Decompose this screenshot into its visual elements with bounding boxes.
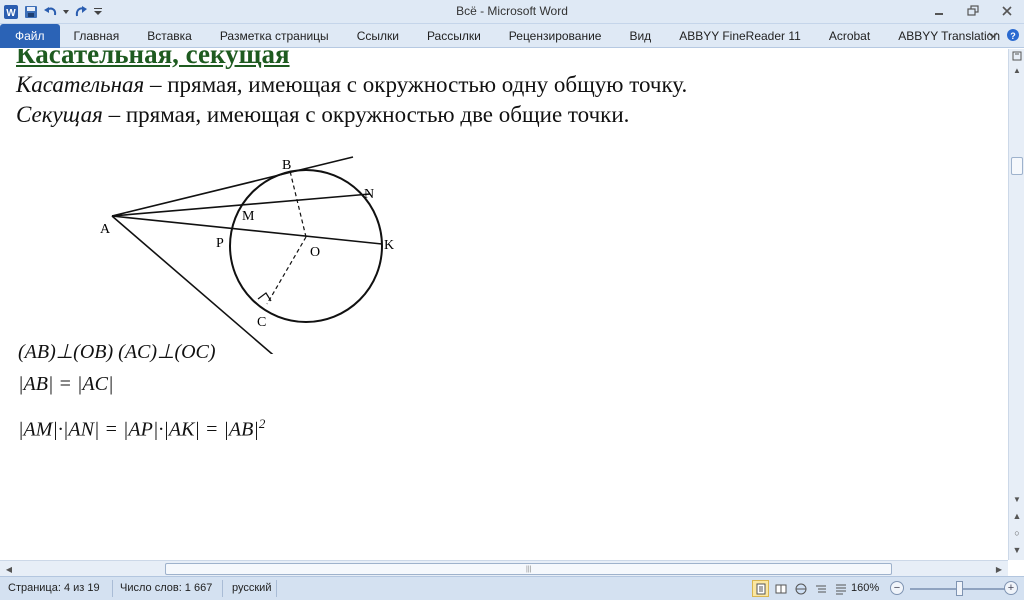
tangent-term: Касательная: [16, 72, 145, 97]
scroll-down-arrow[interactable]: ▼: [1009, 492, 1024, 506]
close-button[interactable]: [990, 0, 1024, 22]
secant-text: – прямая, имеющая с окружностью две общи…: [102, 102, 630, 127]
word-window: W Всё - Microsoft Word Файл Главная Вста…: [0, 0, 1024, 600]
zoom-in-button[interactable]: +: [1004, 581, 1018, 595]
point-label-o: O: [310, 245, 320, 260]
tab-acrobat[interactable]: Acrobat: [815, 24, 884, 48]
zoom-out-button[interactable]: −: [890, 581, 904, 595]
point-label-n: N: [364, 187, 374, 202]
point-label-k: K: [384, 238, 394, 253]
formula-perpendicular: (AB)⊥(OB) (AC)⊥(OC): [18, 341, 216, 363]
help-icon[interactable]: ?: [1006, 28, 1020, 42]
section-heading: Касательная, секущая: [16, 49, 290, 69]
point-label-m: M: [242, 209, 255, 224]
previous-page-icon[interactable]: ▲: [1012, 511, 1022, 521]
tangent-definition: Касательная – прямая, имеющая с окружнос…: [16, 72, 687, 98]
language-indicator[interactable]: русский: [232, 582, 271, 594]
ribbon: Файл Главная Вставка Разметка страницы С…: [0, 24, 1024, 48]
restore-button[interactable]: [956, 0, 990, 22]
tab-review[interactable]: Рецензирование: [495, 24, 616, 48]
point-label-a: A: [100, 222, 111, 237]
ruler-toggle-icon[interactable]: [1009, 49, 1024, 63]
formula-power-text: |AM|·|AN| = |AP|·|AK| = |AB|: [18, 418, 259, 441]
title-bar: W Всё - Microsoft Word: [0, 0, 1024, 24]
tangent-text: – прямая, имеющая с окружностью одну общ…: [144, 72, 688, 97]
horizontal-scroll-thumb[interactable]: |||: [165, 563, 892, 575]
web-layout-icon[interactable]: [792, 580, 809, 597]
point-label-c: C: [257, 315, 266, 330]
word-count[interactable]: Число слов: 1 667: [120, 582, 212, 594]
horizontal-scrollbar[interactable]: ◀ ||| ▶: [0, 560, 1008, 576]
tab-insert[interactable]: Вставка: [133, 24, 206, 48]
tab-abbyy-finereader[interactable]: ABBYY FineReader 11: [665, 24, 815, 48]
secant-line-amn: [111, 193, 371, 217]
formula-power-of-point: |AM|·|AN| = |AP|·|AK| = |AB|2: [18, 416, 265, 442]
outline-view-icon[interactable]: [812, 580, 829, 597]
print-layout-icon[interactable]: [752, 580, 769, 597]
next-page-icon[interactable]: ▼: [1012, 545, 1022, 555]
circle: [229, 169, 383, 323]
ribbon-controls: ?: [986, 28, 1020, 42]
view-buttons: [752, 580, 849, 597]
status-separator: [112, 580, 113, 597]
tangent-secant-figure: A B N M P O K C: [100, 156, 394, 354]
ribbon-tabs: Файл Главная Вставка Разметка страницы С…: [0, 24, 1024, 48]
status-separator: [222, 580, 223, 597]
draft-view-icon[interactable]: [832, 580, 849, 597]
select-browse-object-icon[interactable]: ○: [1012, 528, 1022, 538]
formula-exponent: 2: [258, 416, 266, 431]
point-label-p: P: [216, 236, 224, 251]
zoom-slider-thumb[interactable]: [956, 581, 963, 596]
status-separator: [276, 580, 277, 597]
vertical-scrollbar[interactable]: ▲ ▼ ▲ ○ ▼: [1008, 49, 1024, 560]
tab-file[interactable]: Файл: [0, 24, 60, 48]
minimize-button[interactable]: [922, 0, 956, 22]
status-bar: Страница: 4 из 19 Число слов: 1 667 русс…: [0, 576, 1024, 600]
formula-equal-tangents: |AB| = |AC|: [18, 373, 114, 395]
expand-ribbon-icon[interactable]: [986, 28, 1000, 42]
tab-references[interactable]: Ссылки: [343, 24, 413, 48]
svg-text:?: ?: [1010, 31, 1016, 41]
tab-view[interactable]: Вид: [615, 24, 665, 48]
document-area[interactable]: Касательная, секущая Касательная – пряма…: [0, 49, 1008, 560]
window-controls: [922, 0, 1024, 22]
scroll-right-arrow[interactable]: ▶: [992, 561, 1006, 577]
tab-home[interactable]: Главная: [60, 24, 134, 48]
scroll-grip-icon: |||: [526, 566, 532, 573]
scroll-left-arrow[interactable]: ◀: [2, 561, 16, 577]
full-screen-reading-icon[interactable]: [772, 580, 789, 597]
point-label-b: B: [282, 158, 291, 173]
secant-definition: Секущая – прямая, имеющая с окружностью …: [16, 102, 629, 128]
tab-page-layout[interactable]: Разметка страницы: [206, 24, 343, 48]
radius-oc: [266, 236, 307, 305]
tangent-line-ab: [111, 156, 354, 217]
window-title: Всё - Microsoft Word: [456, 4, 568, 18]
tab-mailings[interactable]: Рассылки: [413, 24, 495, 48]
zoom-level[interactable]: 160%: [851, 582, 879, 594]
secant-term: Секущая: [16, 102, 103, 127]
page-count[interactable]: Страница: 4 из 19: [8, 582, 100, 594]
scroll-up-arrow[interactable]: ▲: [1009, 63, 1024, 77]
vertical-scroll-thumb[interactable]: [1011, 157, 1023, 175]
radius-ob: [289, 170, 307, 238]
